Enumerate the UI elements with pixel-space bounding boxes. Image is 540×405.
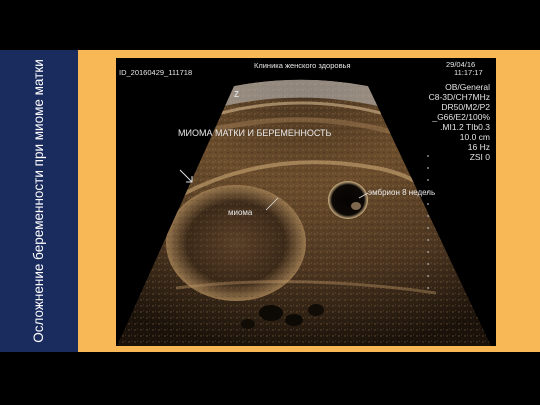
param-line: 10.0 cm (459, 132, 490, 142)
slide-title: Осложнение беременности при миоме матки (31, 59, 46, 343)
param-line: .MI1.2 TIb0.3 (440, 122, 490, 132)
orientation-marker: Z (234, 90, 239, 99)
scan-parameters: OB/General C8-3D/CH7MHz DR50/M2/P2 _G66/… (429, 82, 490, 162)
param-line: C8-3D/CH7MHz (428, 92, 490, 102)
param-line: OB/General (445, 82, 490, 92)
annotation-embryo: эмбрион 8 недель (368, 188, 436, 197)
param-line: DR50/M2/P2 (441, 102, 490, 112)
ultrasound-image: ID_20160429_111718 Клиника женского здор… (116, 58, 496, 346)
scan-time: 11:17:17 (454, 68, 483, 77)
annotation-myoma: миома (228, 208, 253, 217)
slide: Осложнение беременности при миоме матки (0, 0, 540, 405)
param-line: 16 Hz (467, 142, 490, 152)
param-line: _G66/E2/100% (432, 112, 490, 122)
param-line: ZSI 0 (469, 152, 490, 162)
clinic-name: Клиника женского здоровья (254, 61, 351, 70)
annotation-title: МИОМА МАТКИ И БЕРЕМЕННОСТЬ (178, 128, 332, 138)
patient-id: ID_20160429_111718 (119, 68, 193, 77)
